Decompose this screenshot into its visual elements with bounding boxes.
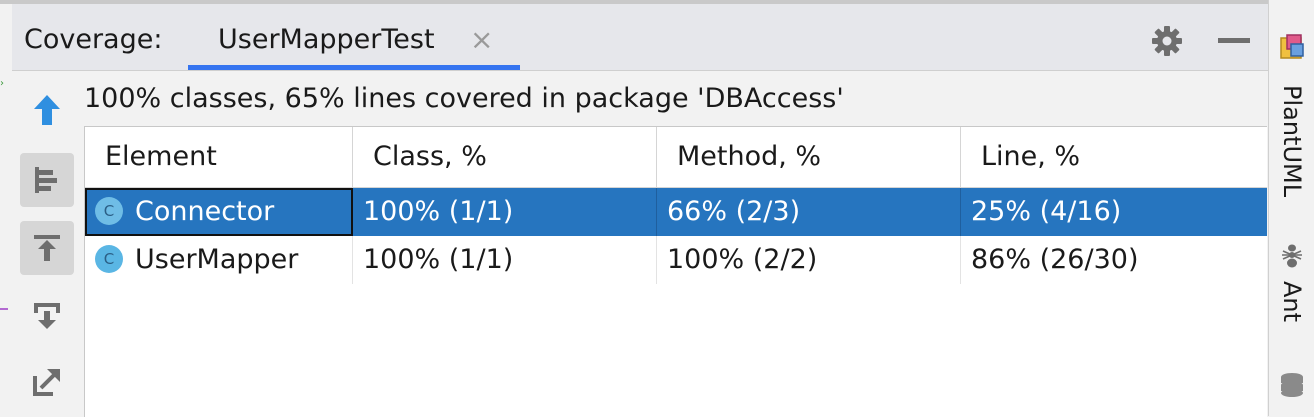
- method-coverage-cell: 100% (2/2): [657, 236, 961, 284]
- table-row[interactable]: C UserMapper 100% (1/1) 100% (2/2) 86% (2…: [85, 236, 1267, 284]
- gutter-change-marker: ›: [0, 78, 4, 89]
- close-icon[interactable]: ×: [470, 24, 493, 56]
- right-tool-window-bar: PlantUML Ant: [1268, 0, 1314, 416]
- line-coverage-cell: 86% (26/30): [971, 244, 1139, 275]
- export-button[interactable]: [20, 355, 74, 409]
- table-row[interactable]: C Connector 100% (1/1) 66% (2/3) 25% (4/1…: [85, 188, 1267, 236]
- navigate-from-source-icon: [34, 303, 60, 329]
- class-icon: C: [95, 244, 123, 273]
- go-up-button[interactable]: [20, 83, 74, 137]
- tab-usermappertest[interactable]: UserMapperTest ×: [188, 4, 520, 70]
- navigate-to-source-button[interactable]: [20, 221, 74, 275]
- column-header-class[interactable]: Class, %: [353, 127, 657, 187]
- plantuml-tool-window-button[interactable]: PlantUML: [1269, 66, 1314, 216]
- database-icon[interactable]: [1269, 370, 1314, 404]
- plantuml-icon: [1269, 30, 1314, 64]
- element-name: UserMapper: [135, 244, 299, 275]
- column-header-element[interactable]: Element: [85, 127, 353, 187]
- element-cell: C Connector: [85, 188, 353, 236]
- arrow-up-icon: [34, 95, 60, 125]
- class-coverage-cell: 100% (1/1): [353, 188, 657, 236]
- table-header: Element Class, % Method, % Line, %: [85, 127, 1267, 188]
- line-coverage-cell: 25% (4/16): [971, 196, 1122, 227]
- class-coverage-cell: 100% (1/1): [353, 236, 657, 284]
- navigate-to-source-icon: [34, 235, 60, 261]
- tool-window-title: Coverage:: [24, 24, 163, 55]
- minimize-icon[interactable]: [1218, 38, 1250, 43]
- flatten-packages-icon: [35, 167, 57, 193]
- tab-active-indicator: [188, 65, 520, 70]
- export-icon: [33, 369, 60, 396]
- plantuml-label: PlantUML: [1278, 84, 1306, 198]
- ant-icon: [1269, 240, 1314, 270]
- ant-tool-window-button[interactable]: Ant: [1269, 272, 1314, 332]
- navigate-from-source-button[interactable]: [20, 289, 74, 343]
- coverage-toolbar: [12, 71, 82, 416]
- element-name: Connector: [135, 196, 275, 227]
- gear-icon[interactable]: [1150, 24, 1184, 58]
- tab-title: UserMapperTest: [218, 24, 435, 55]
- column-header-method[interactable]: Method, %: [657, 127, 961, 187]
- method-coverage-cell: 66% (2/3): [657, 188, 961, 236]
- coverage-summary: 100% classes, 65% lines covered in packa…: [84, 83, 844, 114]
- flatten-packages-button[interactable]: [20, 153, 74, 207]
- column-header-line[interactable]: Line, %: [961, 127, 1267, 187]
- element-cell: C UserMapper: [85, 236, 353, 284]
- coverage-tool-window-header: Coverage: UserMapperTest ×: [12, 4, 1268, 71]
- coverage-table: Element Class, % Method, % Line, % C Conn…: [84, 126, 1267, 417]
- ant-label: Ant: [1278, 281, 1306, 323]
- class-icon: C: [95, 196, 123, 225]
- gutter-change-marker-purple: [0, 308, 8, 310]
